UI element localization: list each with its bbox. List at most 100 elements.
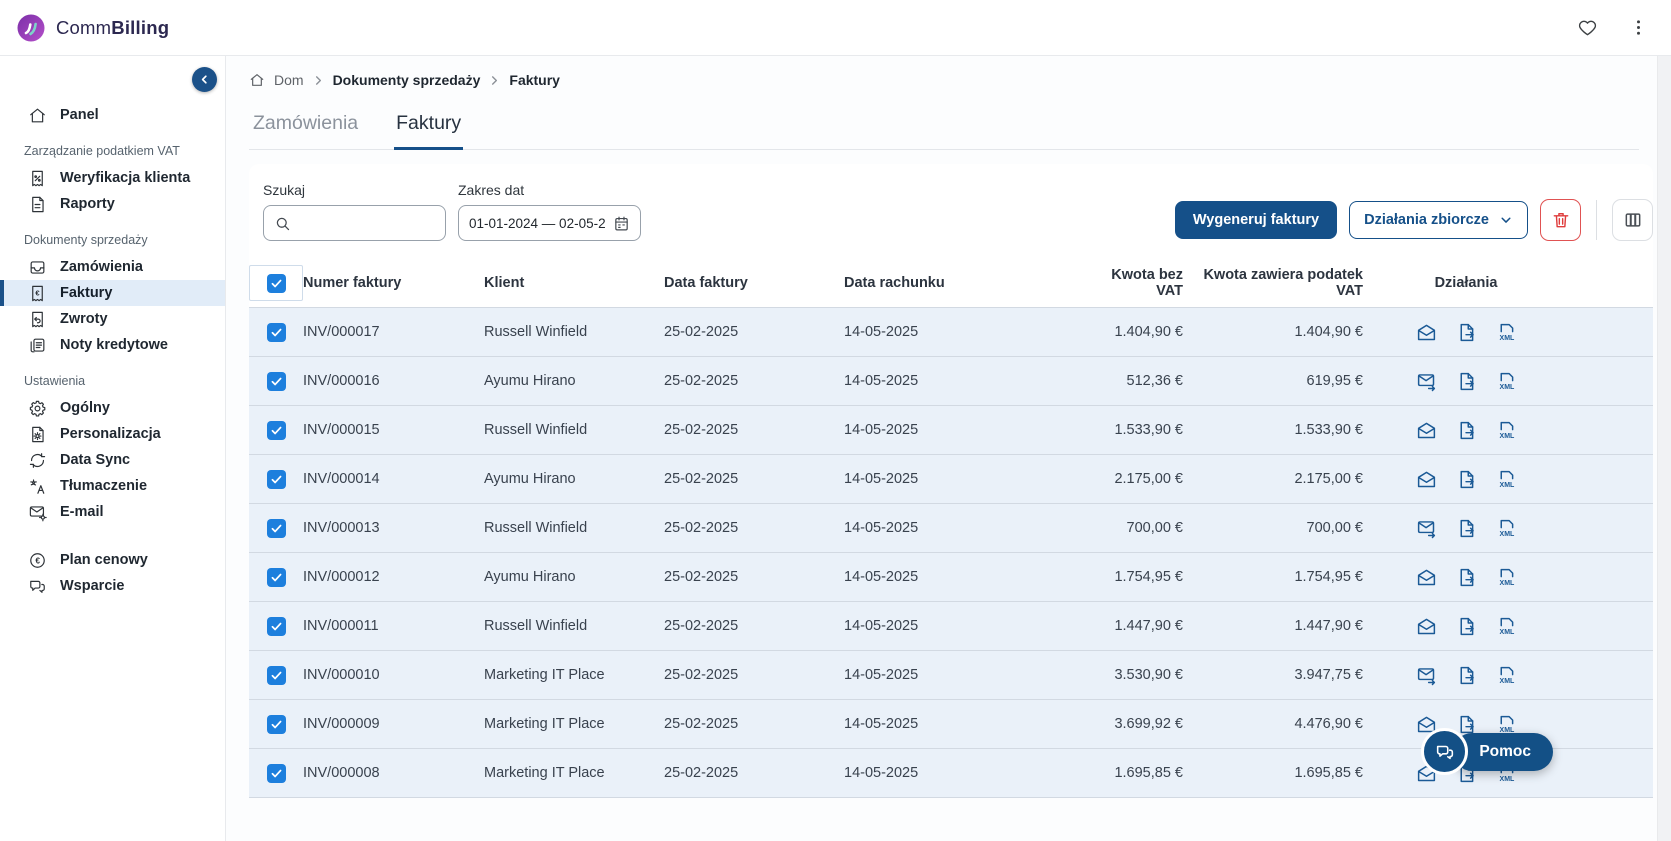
delete-button[interactable] — [1540, 199, 1581, 241]
amount-net: 700,00 € — [1091, 520, 1191, 536]
col-header-gross-amount[interactable]: Kwota zawiera podatek VAT — [1191, 267, 1371, 299]
export-xml-icon[interactable]: XML — [1496, 616, 1517, 637]
search-input-box[interactable] — [263, 205, 446, 241]
invoices-table: Numer faktury Klient Data faktury Data r… — [249, 265, 1653, 798]
export-xml-icon[interactable]: XML — [1496, 714, 1517, 735]
app-logo[interactable]: CommBilling — [16, 13, 169, 43]
col-header-invoice-date[interactable]: Data faktury — [664, 275, 844, 291]
favorites-heart-icon[interactable] — [1577, 17, 1598, 38]
sidebar-item-panel[interactable]: Panel — [0, 102, 225, 128]
export-document-icon[interactable] — [1456, 420, 1477, 441]
col-header-invoice-number[interactable]: Numer faktury — [303, 275, 484, 291]
sidebar-item-zamowienia[interactable]: Zamówienia — [0, 254, 225, 280]
export-document-icon[interactable] — [1456, 567, 1477, 588]
bill-date: 14-05-2025 — [844, 324, 1091, 340]
mail-send-icon[interactable] — [1416, 371, 1437, 392]
mail-send-icon[interactable] — [1416, 518, 1437, 539]
sidebar-item-plan-cenowy[interactable]: €Plan cenowy — [0, 547, 225, 573]
sidebar-item-label: Plan cenowy — [60, 552, 148, 568]
calendar-icon[interactable] — [613, 215, 630, 232]
sidebar-item-zwroty[interactable]: Zwroty — [0, 306, 225, 332]
table-row[interactable]: INV/000010 Marketing IT Place 25-02-2025… — [249, 651, 1653, 700]
invoice-number: INV/000013 — [303, 520, 484, 536]
export-document-icon[interactable] — [1456, 665, 1477, 686]
date-range-value: 01-01-2024 — 02-05-202 — [469, 216, 605, 231]
export-document-icon[interactable] — [1456, 371, 1477, 392]
table-row[interactable]: INV/000017 Russell Winfield 25-02-2025 1… — [249, 308, 1653, 357]
home-icon[interactable] — [249, 72, 265, 88]
scrollbar[interactable] — [1657, 56, 1671, 841]
mail-send-icon[interactable] — [1416, 665, 1437, 686]
export-xml-icon[interactable]: XML — [1496, 371, 1517, 392]
export-xml-icon[interactable]: XML — [1496, 518, 1517, 539]
select-all-checkbox[interactable] — [267, 274, 286, 293]
row-checkbox[interactable] — [267, 372, 286, 391]
svg-text:XML: XML — [1499, 334, 1515, 341]
invoice-date: 25-02-2025 — [664, 471, 844, 487]
export-document-icon[interactable] — [1456, 616, 1477, 637]
amount-net: 1.447,90 € — [1091, 618, 1191, 634]
row-checkbox[interactable] — [267, 617, 286, 636]
sidebar-item-noty-kredytowe[interactable]: Noty kredytowe — [0, 332, 225, 358]
breadcrumb-item-dom[interactable]: Dom — [274, 72, 304, 88]
mail-open-icon[interactable] — [1416, 420, 1437, 441]
sidebar-item-ogolny[interactable]: Ogólny — [0, 395, 225, 421]
sidebar-item-e-mail[interactable]: E-mail — [0, 499, 225, 525]
sidebar-item-raporty[interactable]: Raporty — [0, 191, 225, 217]
date-range-field: Zakres dat 01-01-2024 — 02-05-202 — [458, 182, 641, 241]
bulk-actions-button[interactable]: Działania zbiorcze — [1349, 201, 1528, 239]
sidebar-item-label: Raporty — [60, 196, 115, 212]
mail-open-icon[interactable] — [1416, 322, 1437, 343]
tab-faktury[interactable]: Faktury — [394, 108, 463, 150]
row-checkbox[interactable] — [267, 764, 286, 783]
export-xml-icon[interactable]: XML — [1496, 469, 1517, 490]
export-xml-icon[interactable]: XML — [1496, 420, 1517, 441]
row-checkbox[interactable] — [267, 323, 286, 342]
export-document-icon[interactable] — [1456, 469, 1477, 490]
row-checkbox[interactable] — [267, 470, 286, 489]
sidebar-item-weryfikacja-klienta[interactable]: Weryfikacja klienta — [0, 165, 225, 191]
row-checkbox[interactable] — [267, 421, 286, 440]
table-row[interactable]: INV/000015 Russell Winfield 25-02-2025 1… — [249, 406, 1653, 455]
mail-open-icon[interactable] — [1416, 616, 1437, 637]
sidebar-item-tlumaczenie[interactable]: Tłumaczenie — [0, 473, 225, 499]
generate-invoices-button[interactable]: Wygeneruj faktury — [1175, 201, 1337, 239]
table-row[interactable]: INV/000016 Ayumu Hirano 25-02-2025 14-05… — [249, 357, 1653, 406]
export-xml-icon[interactable]: XML — [1496, 322, 1517, 343]
help-button[interactable]: Pomoc — [1453, 733, 1553, 771]
sidebar-item-data-sync[interactable]: Data Sync — [0, 447, 225, 473]
sidebar-item-personalizacja[interactable]: Personalizacja — [0, 421, 225, 447]
row-checkbox[interactable] — [267, 715, 286, 734]
table-row[interactable]: INV/000012 Ayumu Hirano 25-02-2025 14-05… — [249, 553, 1653, 602]
row-checkbox[interactable] — [267, 519, 286, 538]
export-xml-icon[interactable]: XML — [1496, 665, 1517, 686]
breadcrumb-item-faktury[interactable]: Faktury — [509, 72, 560, 88]
amount-net: 512,36 € — [1091, 373, 1191, 389]
export-document-icon[interactable] — [1456, 518, 1477, 539]
sidebar-item-faktury[interactable]: €Faktury — [0, 280, 225, 306]
export-document-icon[interactable] — [1456, 322, 1477, 343]
overflow-menu-icon[interactable] — [1628, 17, 1649, 38]
sidebar-item-wsparcie[interactable]: Wsparcie — [0, 573, 225, 599]
svg-text:XML: XML — [1499, 481, 1515, 488]
divider — [1596, 200, 1597, 240]
export-xml-icon[interactable]: XML — [1496, 567, 1517, 588]
mail-open-icon[interactable] — [1416, 469, 1437, 490]
tab-zamowienia[interactable]: Zamówienia — [251, 108, 360, 150]
col-header-bill-date[interactable]: Data rachunku — [844, 275, 1091, 291]
search-field: Szukaj — [263, 182, 446, 241]
table-row[interactable]: INV/000014 Ayumu Hirano 25-02-2025 14-05… — [249, 455, 1653, 504]
export-document-icon[interactable] — [1456, 714, 1477, 735]
row-checkbox[interactable] — [267, 568, 286, 587]
columns-settings-button[interactable] — [1612, 199, 1653, 241]
sidebar-collapse-button[interactable] — [192, 67, 217, 92]
table-row[interactable]: INV/000011 Russell Winfield 25-02-2025 1… — [249, 602, 1653, 651]
col-header-net-amount[interactable]: Kwota bez VAT — [1091, 267, 1191, 299]
search-input[interactable] — [299, 215, 435, 231]
date-range-input[interactable]: 01-01-2024 — 02-05-202 — [458, 205, 641, 241]
row-checkbox[interactable] — [267, 666, 286, 685]
mail-open-icon[interactable] — [1416, 567, 1437, 588]
col-header-client[interactable]: Klient — [484, 275, 664, 291]
breadcrumb-item-dokumenty-sprzedazy[interactable]: Dokumenty sprzedaży — [333, 72, 481, 88]
table-row[interactable]: INV/000013 Russell Winfield 25-02-2025 1… — [249, 504, 1653, 553]
